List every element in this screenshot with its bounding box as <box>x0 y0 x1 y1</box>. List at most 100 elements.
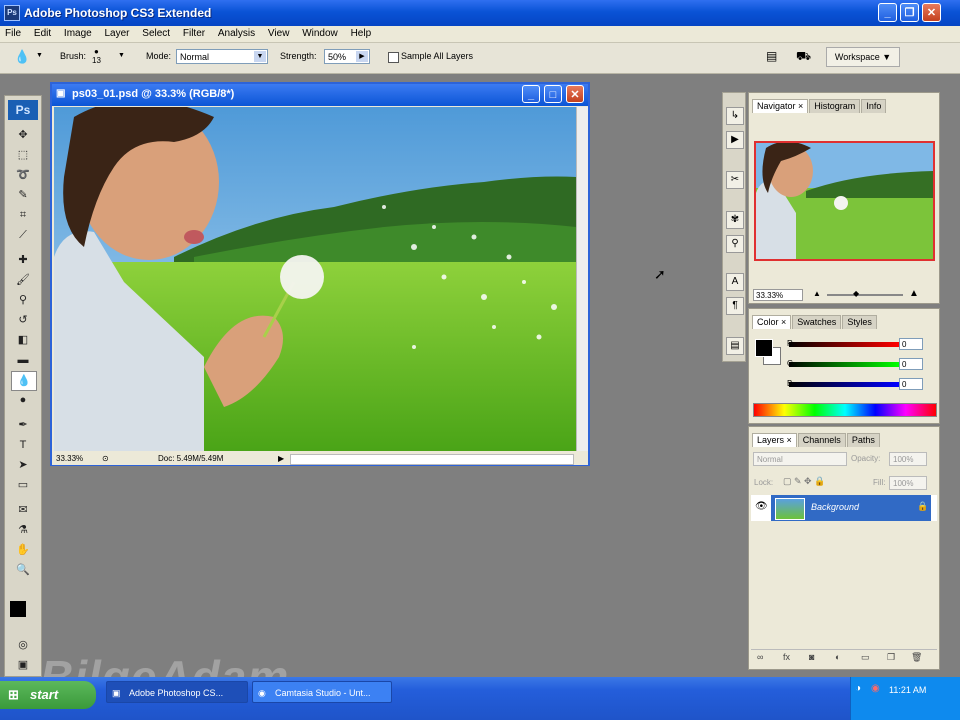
menu-image[interactable]: Image <box>59 26 97 39</box>
horizontal-scrollbar[interactable] <box>290 454 574 465</box>
paragraph-panel-icon[interactable]: ¶ <box>726 297 744 315</box>
lasso-tool-icon[interactable]: ➰ <box>11 166 35 184</box>
gradient-tool-icon[interactable]: ▬ <box>11 351 35 369</box>
lock-icons[interactable]: ▢ ✎ ✥ 🔒 <box>783 476 825 487</box>
status-arrow-icon[interactable]: ▶ <box>278 452 284 465</box>
menu-help[interactable]: Help <box>346 26 377 39</box>
sample-all-layers-checkbox[interactable] <box>388 52 399 63</box>
channel-g-value[interactable]: 0 <box>899 358 923 370</box>
tray-network-icon[interactable]: ◑ <box>855 683 861 694</box>
link-layers-icon[interactable]: ∞ <box>757 652 763 662</box>
tab-channels[interactable]: Channels <box>797 433 846 447</box>
layer-comps-icon[interactable]: ▤ <box>726 337 744 355</box>
channel-b-slider[interactable] <box>789 382 899 387</box>
taskbar-item-camtasia[interactable]: ◉ Camtasia Studio - Unt... <box>252 681 392 703</box>
tab-swatches[interactable]: Swatches <box>792 315 842 329</box>
tab-paths[interactable]: Paths <box>846 433 880 447</box>
layer-mask-icon[interactable]: ◙ <box>809 652 814 662</box>
navigator-preview[interactable] <box>754 141 935 261</box>
pen-tool-icon[interactable]: ✒ <box>11 416 35 434</box>
taskbar-item-photoshop[interactable]: ▣ Adobe Photoshop CS... <box>106 681 248 703</box>
slice-tool-icon[interactable]: ⟋ <box>11 226 35 244</box>
blur-tool-selected-icon[interactable]: 💧 <box>11 371 37 391</box>
navigator-zoom-field[interactable]: 33.33% <box>753 289 803 301</box>
channel-g-slider[interactable] <box>789 362 899 367</box>
shape-tool-icon[interactable]: ▭ <box>11 476 35 494</box>
move-tool-icon[interactable]: ✥ <box>11 126 35 144</box>
zoom-out-icon[interactable]: ▲ <box>813 289 821 298</box>
tab-layers[interactable]: Layers × <box>752 433 797 447</box>
strength-input[interactable]: 50% ▶ <box>324 49 370 64</box>
path-selection-tool-icon[interactable]: ➤ <box>11 456 35 474</box>
layer-style-icon[interactable]: fx <box>783 652 790 662</box>
doc-close-icon[interactable]: ✕ <box>566 85 584 103</box>
hand-tool-icon[interactable]: ✋ <box>11 541 35 559</box>
history-panel-icon[interactable]: ↳ <box>726 107 744 125</box>
character-panel-icon[interactable]: A <box>726 273 744 291</box>
start-button[interactable]: ⊞ start <box>0 681 96 709</box>
notes-tool-icon[interactable]: ✉ <box>11 501 35 519</box>
restore-icon[interactable]: ❐ <box>900 3 919 22</box>
slider-thumb-icon[interactable]: ◆ <box>853 289 859 298</box>
history-brush-tool-icon[interactable]: ↺ <box>11 311 35 329</box>
tab-histogram[interactable]: Histogram <box>809 99 861 113</box>
layer-row-selected[interactable]: Background 🔒 <box>771 495 931 521</box>
layer-row[interactable]: 👁 Background 🔒 <box>751 495 937 521</box>
blur-tool-icon[interactable]: 💧 <box>14 49 30 65</box>
minimize-icon[interactable]: _ <box>878 3 897 22</box>
actions-panel-icon[interactable]: ▶ <box>726 131 744 149</box>
menu-layer[interactable]: Layer <box>100 26 135 39</box>
navigator-zoom-slider[interactable] <box>827 294 903 296</box>
menu-file[interactable]: File <box>0 26 26 39</box>
vertical-scrollbar[interactable] <box>576 107 588 451</box>
zoom-in-icon[interactable]: ▲ <box>909 288 919 299</box>
tab-navigator[interactable]: Navigator × <box>752 99 809 113</box>
channel-r-value[interactable]: 0 <box>899 338 923 350</box>
trash-icon[interactable]: 🗑 <box>911 652 922 663</box>
tool-presets-icon[interactable]: ✂ <box>726 171 744 189</box>
tray-security-icon[interactable]: ◉ <box>871 683 880 694</box>
color-foreground-swatch[interactable] <box>755 339 773 357</box>
image-canvas[interactable] <box>54 107 576 451</box>
type-tool-icon[interactable]: T <box>11 436 35 454</box>
clone-stamp-tool-icon[interactable]: ⚲ <box>11 291 35 309</box>
clone-source-icon[interactable]: ⚲ <box>726 235 744 253</box>
fill-input[interactable]: 100% <box>889 476 927 490</box>
marquee-tool-icon[interactable]: ⬚ <box>11 146 35 164</box>
clock[interactable]: 11:21 AM <box>889 685 926 695</box>
document-title-bar[interactable]: ▣ ps03_01.psd @ 33.3% (RGB/8*) _ □ ✕ <box>52 84 588 106</box>
quick-selection-tool-icon[interactable]: ✎ <box>11 186 35 204</box>
bridge-icon[interactable]: ⛟ <box>796 49 811 65</box>
brush-tool-icon[interactable]: 🖌 <box>11 271 35 289</box>
doc-minimize-icon[interactable]: _ <box>522 85 540 103</box>
menu-filter[interactable]: Filter <box>178 26 210 39</box>
blend-mode-select[interactable]: Normal <box>753 452 847 466</box>
crop-tool-icon[interactable]: ⌗ <box>11 206 35 224</box>
menu-select[interactable]: Select <box>137 26 175 39</box>
channel-b-value[interactable]: 0 <box>899 378 923 390</box>
workspace-button[interactable]: Workspace ▼ <box>826 47 900 67</box>
brushes-panel-icon[interactable]: ✾ <box>726 211 744 229</box>
screen-mode-icon[interactable]: ▣ <box>11 656 35 674</box>
new-group-icon[interactable]: ▭ <box>861 652 870 663</box>
zoom-level[interactable]: 33.33% <box>56 452 83 465</box>
opacity-input[interactable]: 100% <box>889 452 927 466</box>
quick-mask-icon[interactable]: ◎ <box>11 636 35 654</box>
eyedropper-tool-icon[interactable]: ⚗ <box>11 521 35 539</box>
palette-well-icon[interactable]: ▤ <box>766 49 777 63</box>
color-spectrum-ramp[interactable] <box>753 403 937 417</box>
doc-maximize-icon[interactable]: □ <box>544 85 562 103</box>
healing-brush-tool-icon[interactable]: ✚ <box>11 251 35 269</box>
brush-dropdown-icon[interactable]: ▼ <box>118 52 125 59</box>
foreground-color-swatch[interactable] <box>10 601 26 617</box>
tool-preset-dropdown-icon[interactable]: ▼ <box>36 52 43 59</box>
menu-window[interactable]: Window <box>297 26 343 39</box>
dodge-tool-icon[interactable]: ● <box>11 391 35 409</box>
eraser-tool-icon[interactable]: ◧ <box>11 331 35 349</box>
channel-r-slider[interactable] <box>789 342 899 347</box>
mode-select[interactable]: Normal ▼ <box>176 49 268 64</box>
zoom-tool-icon[interactable]: 🔍 <box>11 561 35 579</box>
menu-edit[interactable]: Edit <box>29 26 56 39</box>
menu-analysis[interactable]: Analysis <box>213 26 260 39</box>
adjustment-layer-icon[interactable]: ◐ <box>835 652 840 662</box>
